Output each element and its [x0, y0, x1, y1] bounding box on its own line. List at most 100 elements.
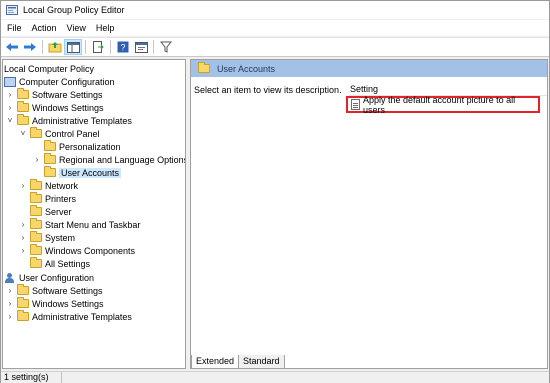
details-header-title: User Accounts [217, 63, 276, 74]
tree-item-label: Windows Settings [32, 298, 104, 309]
tree-item-label: Control Panel [45, 128, 100, 139]
filter-icon[interactable] [157, 39, 175, 55]
up-folder-icon[interactable] [46, 39, 64, 55]
tree-pane[interactable]: Local Computer Policy Computer Configura… [2, 59, 186, 369]
tree-item-label: Administrative Templates [32, 115, 132, 126]
tree-item-label: Start Menu and Taskbar [45, 219, 141, 230]
menu-help[interactable]: Help [91, 20, 120, 36]
tree-item-all-settings[interactable]: All Settings [30, 257, 90, 270]
tree-item-user-configuration[interactable]: User Configuration [4, 271, 94, 284]
forward-icon[interactable] [21, 39, 39, 55]
tree-item-system[interactable]: System [30, 231, 75, 244]
tab-standard[interactable]: Standard [238, 355, 285, 369]
expand-chevron-icon[interactable]: › [6, 310, 14, 323]
folder-icon [44, 140, 56, 151]
tree-item-label: Regional and Language Options [59, 154, 186, 165]
tree-item-label: Computer Configuration [19, 76, 115, 87]
tree-item-windows-settings[interactable]: Windows Settings [17, 101, 104, 114]
app-icon [6, 5, 18, 15]
folder-icon [17, 284, 29, 295]
folder-icon [17, 297, 29, 308]
tree-item-label: Server [45, 206, 72, 217]
tree-item-label: Printers [45, 193, 77, 204]
setting-row[interactable]: Apply the default account picture to all… [346, 94, 540, 115]
expand-chevron-icon[interactable]: › [6, 88, 14, 101]
toolbar-separator [85, 40, 86, 54]
expand-chevron-icon[interactable]: › [6, 101, 14, 114]
expand-chevron-icon[interactable]: › [6, 284, 14, 297]
properties-icon[interactable] [132, 39, 150, 55]
expand-chevron-icon[interactable]: › [6, 297, 14, 310]
folder-icon [17, 114, 29, 125]
tree-item-label: Software Settings [32, 89, 103, 100]
folder-icon [30, 218, 42, 229]
folder-icon [17, 101, 29, 112]
tree-item-label: All Settings [45, 258, 91, 269]
expand-chevron-icon[interactable]: › [33, 153, 41, 166]
tree-item-label: User Accounts [59, 167, 122, 178]
tree-item-computer-configuration[interactable]: Computer Configuration [4, 75, 115, 88]
menu-action[interactable]: Action [27, 20, 62, 36]
expand-chevron-icon[interactable]: › [19, 179, 27, 192]
status-bar: 1 setting(s) [1, 371, 549, 383]
tree-item-user-accounts[interactable]: User Accounts [44, 166, 122, 179]
tree-item-network[interactable]: Network [30, 179, 78, 192]
view-tabs: Extended Standard [191, 355, 285, 369]
tree-item-control-panel[interactable]: Control Panel [30, 127, 100, 140]
tree-item-user-software-settings[interactable]: Software Settings [17, 284, 103, 297]
toolbar-separator [153, 40, 154, 54]
folder-icon [30, 257, 42, 268]
folder-icon [30, 205, 42, 216]
tree-item-user-windows-settings[interactable]: Windows Settings [17, 297, 104, 310]
tree-item-windows-components[interactable]: Windows Components [30, 244, 135, 257]
toolbar-separator [42, 40, 43, 54]
details-header: User Accounts [191, 60, 547, 77]
folder-icon [44, 153, 56, 164]
collapse-chevron-icon[interactable]: ˅ [19, 127, 27, 140]
setting-label: Apply the default account picture to all… [363, 94, 516, 115]
window: Local Group Policy Editor File Action Vi… [0, 0, 550, 383]
tree-item-label: Windows Components [45, 245, 136, 256]
tree-item-label: Local Computer Policy [4, 63, 95, 74]
tree-item-label: Software Settings [32, 285, 103, 296]
folder-icon [17, 310, 29, 321]
tree-item-administrative-templates[interactable]: Administrative Templates [17, 114, 132, 127]
window-title: Local Group Policy Editor [23, 5, 125, 15]
tree-item-server[interactable]: Server [30, 205, 72, 218]
expand-chevron-icon[interactable]: › [19, 218, 27, 231]
export-list-icon[interactable] [89, 39, 107, 55]
tree-item-printers[interactable]: Printers [30, 192, 76, 205]
tree-item-local-computer-policy[interactable]: Local Computer Policy [4, 62, 94, 75]
tree-item-regional-and-language-options[interactable]: Regional and Language Options [44, 153, 186, 166]
tree-item-label: Windows Settings [32, 102, 104, 113]
folder-icon [30, 127, 42, 138]
folder-icon [44, 166, 56, 177]
title-bar: Local Group Policy Editor [1, 1, 549, 19]
show-hide-tree-icon[interactable] [64, 39, 82, 55]
expand-chevron-icon[interactable]: › [19, 231, 27, 244]
toolbar: ? [1, 37, 549, 57]
tree-item-label: User Configuration [19, 272, 95, 283]
tree-item-personalization[interactable]: Personalization [44, 140, 121, 153]
tree-item-label: Personalization [59, 141, 121, 152]
toolbar-separator [110, 40, 111, 54]
tree-item-user-administrative-templates[interactable]: Administrative Templates [17, 310, 132, 323]
tree-item-software-settings[interactable]: Software Settings [17, 88, 103, 101]
menu-file[interactable]: File [1, 20, 27, 36]
help-icon[interactable]: ? [114, 39, 132, 55]
tree-item-label: Network [45, 180, 79, 191]
folder-icon [30, 179, 42, 190]
tree-item-label: Administrative Templates [32, 311, 132, 322]
expand-chevron-icon[interactable]: › [19, 244, 27, 257]
folder-icon [30, 192, 42, 203]
folder-icon [30, 244, 42, 255]
tab-extended[interactable]: Extended [191, 355, 240, 369]
tree-item-start-menu-and-taskbar[interactable]: Start Menu and Taskbar [30, 218, 140, 231]
menu-view[interactable]: View [62, 20, 91, 36]
svg-text:?: ? [120, 43, 125, 53]
computer-icon [4, 76, 16, 87]
status-text: 1 setting(s) [4, 372, 62, 383]
collapse-chevron-icon[interactable]: ˅ [6, 114, 14, 127]
back-icon[interactable] [3, 39, 21, 55]
details-pane: User Accounts Select an item to view its… [190, 59, 548, 369]
